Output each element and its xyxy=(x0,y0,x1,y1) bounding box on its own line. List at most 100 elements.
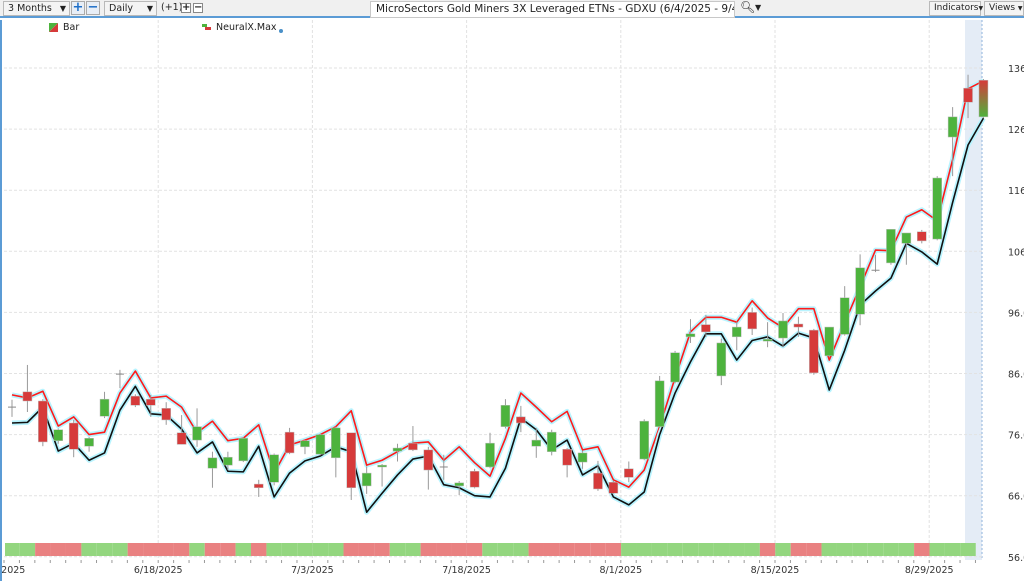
chevron-down-icon[interactable]: ▼ xyxy=(755,3,761,12)
zoom-in-button[interactable]: + xyxy=(71,1,85,15)
views-label: Views xyxy=(989,3,1016,13)
signal-segment xyxy=(759,543,776,556)
candle-body xyxy=(238,438,249,462)
candle-body xyxy=(99,398,110,417)
candle-body xyxy=(84,438,94,447)
signal-segment xyxy=(451,543,467,556)
signal-segment xyxy=(682,543,699,556)
chevron-down-icon: ▼ xyxy=(59,4,66,13)
signal-segment xyxy=(806,543,822,556)
signal-segment xyxy=(266,543,282,556)
price-tick-label: 66.00 xyxy=(1008,492,1024,503)
candle-body xyxy=(824,326,835,357)
candle-body xyxy=(346,432,356,489)
views-button[interactable]: Views ▼ xyxy=(984,1,1024,16)
candle-body xyxy=(68,422,79,450)
price-tick-label: 76.00 xyxy=(1008,431,1024,442)
candle-body xyxy=(670,352,680,383)
signal-segment xyxy=(528,543,544,556)
signal-segment xyxy=(312,543,329,556)
signal-segment xyxy=(5,543,20,556)
indicators-button[interactable]: Indicators▼ xyxy=(929,1,984,16)
signal-segment xyxy=(836,543,853,556)
candle-body xyxy=(22,391,33,402)
settings-dot-icon[interactable] xyxy=(278,28,283,33)
candle-body xyxy=(300,440,310,448)
signal-band xyxy=(5,543,976,556)
candle-body xyxy=(685,333,696,338)
candle-body xyxy=(485,442,495,468)
candle-body xyxy=(577,452,588,463)
indicator-legend-icon xyxy=(202,24,211,30)
signal-segment xyxy=(574,543,591,556)
signal-segment xyxy=(636,543,652,556)
signal-segment xyxy=(944,543,961,556)
signal-segment xyxy=(929,543,945,556)
date-tick-label: 7/3/2025 xyxy=(291,565,334,576)
legend-indicator[interactable]: NeuralX.Max xyxy=(202,22,283,33)
candle-body xyxy=(624,468,634,478)
candle-body xyxy=(207,457,218,469)
signal-segment xyxy=(35,543,51,556)
candle-body xyxy=(963,87,973,103)
signal-segment xyxy=(698,543,714,556)
magnifier-icon[interactable]: 🔍︎ xyxy=(740,0,755,14)
signal-segment xyxy=(158,543,174,556)
signal-segment xyxy=(281,543,298,556)
signal-segment xyxy=(821,543,837,556)
candle-body xyxy=(593,472,603,490)
range-value: 3 Months xyxy=(8,3,52,14)
candle-body xyxy=(408,442,418,451)
signal-segment xyxy=(328,543,344,556)
signal-segment xyxy=(251,543,267,556)
candle-body xyxy=(809,329,819,374)
date-tick-label: 6/18/2025 xyxy=(134,565,183,576)
candle-body xyxy=(284,431,295,454)
candle-body xyxy=(38,400,48,443)
signal-segment xyxy=(651,543,668,556)
price-tick-label: 56.00 xyxy=(1008,553,1024,564)
date-tick-label: 8/1/2025 xyxy=(599,565,642,576)
zoom-out-button[interactable]: − xyxy=(86,1,100,15)
signal-segment xyxy=(235,543,252,556)
candle-body xyxy=(701,324,711,333)
candle-body xyxy=(793,323,804,328)
signal-segment xyxy=(143,543,159,556)
candle-body xyxy=(516,416,526,424)
offset-minus-button[interactable]: − xyxy=(193,3,203,13)
date-axis[interactable]: 6/4/2025 6/18/2025 7/3/2025 7/18/2025 8/1/20… xyxy=(0,560,976,576)
chevron-down-icon: ▼ xyxy=(978,5,984,12)
signal-segment xyxy=(65,543,82,556)
interval-value: Daily xyxy=(109,3,134,14)
toolbar: 3 Months ▼ + − Daily ▼ (+1) + − MicroSecto… xyxy=(0,0,1024,18)
interval-select[interactable]: Daily ▼ xyxy=(104,1,157,16)
candle-body xyxy=(886,229,896,264)
price-chart[interactable]: 136.00 126.00 116.00 106.00 96.00 86.00 76.00 6… xyxy=(0,0,1024,581)
price-tick-label: 136.00 xyxy=(1008,64,1024,75)
signal-segment xyxy=(775,543,791,556)
candle-body xyxy=(331,427,341,459)
signal-segment xyxy=(358,543,375,556)
price-axis[interactable]: 136.00 126.00 116.00 106.00 96.00 86.00 76.00 6… xyxy=(1008,64,1024,564)
indicators-label: Indicators xyxy=(934,3,979,13)
signal-segment xyxy=(667,543,683,556)
candle-body xyxy=(377,464,387,468)
signal-segment xyxy=(960,543,976,556)
bar-legend-icon xyxy=(49,23,58,32)
candle-body xyxy=(146,398,156,406)
candle-body xyxy=(778,320,788,339)
signal-segment xyxy=(790,543,807,556)
range-select[interactable]: 3 Months ▼ xyxy=(3,1,70,16)
signal-segment xyxy=(127,543,144,556)
offset-label: (+1) xyxy=(161,2,183,13)
offset-plus-button[interactable]: + xyxy=(181,3,191,13)
chart-title: MicroSectors Gold Miners 3X Leveraged ET… xyxy=(370,1,735,18)
signal-segment xyxy=(204,543,221,556)
signal-segment xyxy=(297,543,313,556)
price-tick-label: 116.00 xyxy=(1008,186,1024,197)
signal-segment xyxy=(96,543,113,556)
signal-segment xyxy=(405,543,421,556)
candle-body xyxy=(161,408,171,421)
legend-bar[interactable]: Bar xyxy=(49,22,79,33)
signal-segment xyxy=(729,543,745,556)
